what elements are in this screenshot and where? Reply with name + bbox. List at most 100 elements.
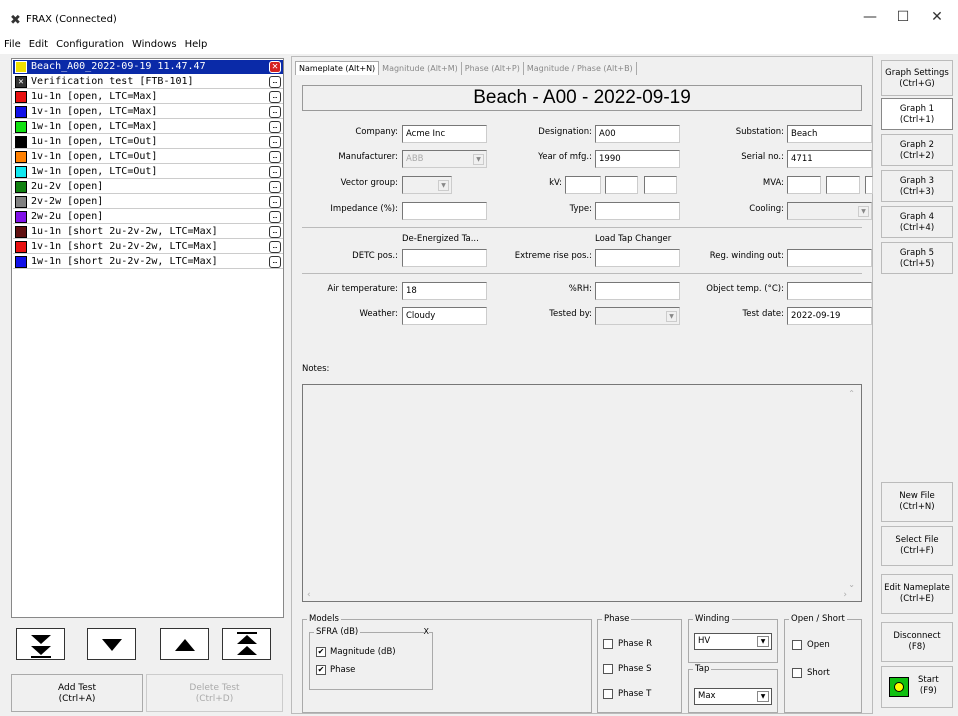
company-field[interactable]: Acme Inc (402, 125, 487, 143)
move-top-button[interactable] (222, 628, 271, 660)
mva-field-3[interactable] (865, 176, 873, 194)
scroll-down-icon[interactable]: ⌄ (848, 580, 855, 589)
list-item[interactable]: 1w-1n [short 2u-2v-2w, LTC=Max]… (13, 255, 283, 269)
impedance-field[interactable] (402, 202, 487, 220)
mva-field-2[interactable] (826, 176, 860, 194)
move-up-button[interactable] (160, 628, 209, 660)
graph-1-button[interactable]: Graph 1 (Ctrl+1) (881, 98, 953, 130)
type-field[interactable] (595, 202, 680, 220)
weather-field[interactable]: Cloudy (402, 307, 487, 325)
more-icon[interactable]: … (269, 226, 281, 238)
test-list[interactable]: Beach_A00_2022-09-19 11.47.47 ✕ ✕ Verificat… (11, 58, 284, 618)
cooling-select[interactable]: ▼ (787, 202, 872, 220)
list-item[interactable]: 2u-2v [open]… (13, 180, 283, 194)
year-field[interactable]: 1990 (595, 150, 680, 168)
reg-winding-field[interactable] (787, 249, 872, 267)
more-icon[interactable]: … (269, 211, 281, 223)
list-item[interactable]: 1v-1n [short 2u-2v-2w, LTC=Max]… (13, 240, 283, 254)
list-item[interactable]: 1w-1n [open, LTC=Out]… (13, 165, 283, 179)
list-item[interactable]: 2v-2w [open]… (13, 195, 283, 209)
edit-nameplate-button[interactable]: Edit Nameplate (Ctrl+E) (881, 574, 953, 614)
new-file-button[interactable]: New File (Ctrl+N) (881, 482, 953, 522)
air-temp-field[interactable]: 18 (402, 282, 487, 300)
close-button[interactable]: ✕ (922, 9, 952, 25)
scroll-up-icon[interactable]: ⌃ (848, 389, 855, 398)
winding-select[interactable]: HV ▼ (694, 633, 772, 650)
winding-group: Winding HV ▼ (688, 614, 778, 663)
scroll-right-icon[interactable]: › (843, 590, 847, 600)
menu-help[interactable]: Help (181, 36, 212, 50)
notes-textarea[interactable]: ⌃ ⌄ ‹ › (302, 384, 862, 602)
list-item[interactable]: 2w-2u [open]… (13, 210, 283, 224)
more-icon[interactable]: … (269, 256, 281, 268)
minimize-button[interactable]: — (855, 9, 885, 25)
menu-windows[interactable]: Windows (128, 36, 181, 50)
move-bottom-button[interactable] (16, 628, 65, 660)
more-icon[interactable]: … (269, 196, 281, 208)
tap-select[interactable]: Max ▼ (694, 688, 772, 705)
sfra-close-button[interactable]: X (423, 627, 429, 636)
object-temp-field[interactable] (787, 282, 872, 300)
short-checkbox[interactable] (792, 668, 802, 678)
extreme-rise-field[interactable] (595, 249, 680, 267)
list-item[interactable]: 1v-1n [open, LTC=Out]… (13, 150, 283, 164)
designation-field[interactable]: A00 (595, 125, 680, 143)
phase-r-checkbox[interactable] (603, 639, 613, 649)
magnitude-checkbox[interactable]: ✔ (316, 647, 326, 657)
tab-magnitude[interactable]: Magnitude (Alt+M) (379, 62, 462, 75)
more-icon[interactable]: … (269, 76, 281, 88)
list-item[interactable]: 1u-1n [open, LTC=Out]… (13, 135, 283, 149)
tab-magnitude-phase[interactable]: Magnitude / Phase (Alt+B) (524, 62, 637, 75)
tested-by-select[interactable]: ▼ (595, 307, 680, 325)
phase-s-checkbox[interactable] (603, 664, 613, 674)
list-item[interactable]: 1w-1n [open, LTC=Max]… (13, 120, 283, 134)
substation-field[interactable]: Beach (787, 125, 872, 143)
tab-nameplate[interactable]: Nameplate (Alt+N) (295, 61, 380, 75)
close-icon[interactable]: ✕ (269, 61, 281, 73)
more-icon[interactable]: … (269, 181, 281, 193)
manufacturer-select[interactable]: ABB ▼ (402, 150, 487, 168)
kv-field-2[interactable] (605, 176, 638, 194)
list-item[interactable]: 1v-1n [open, LTC=Max]… (13, 105, 283, 119)
tab-phase[interactable]: Phase (Alt+P) (462, 62, 524, 75)
more-icon[interactable]: … (269, 136, 281, 148)
maximize-button[interactable]: ☐ (888, 9, 918, 25)
graph-2-button[interactable]: Graph 2 (Ctrl+2) (881, 134, 953, 166)
more-icon[interactable]: … (269, 91, 281, 103)
kv-field-3[interactable] (644, 176, 677, 194)
more-icon[interactable]: … (269, 241, 281, 253)
phase-t-checkbox[interactable] (603, 689, 613, 699)
add-test-button[interactable]: Add Test (Ctrl+A) (11, 674, 143, 712)
more-icon[interactable]: … (269, 166, 281, 178)
open-checkbox[interactable] (792, 640, 802, 650)
list-item[interactable]: 1u-1n [short 2u-2v-2w, LTC=Max]… (13, 225, 283, 239)
more-icon[interactable]: … (269, 121, 281, 133)
start-button[interactable]: Start (F9) (881, 666, 953, 708)
list-item[interactable]: 1u-1n [open, LTC=Max]… (13, 90, 283, 104)
select-file-button[interactable]: Select File (Ctrl+F) (881, 526, 953, 566)
more-icon[interactable]: … (269, 151, 281, 163)
menu-edit[interactable]: Edit (25, 36, 52, 50)
serial-field[interactable]: 4711 (787, 150, 872, 168)
graph-5-button[interactable]: Graph 5 (Ctrl+5) (881, 242, 953, 274)
list-item[interactable]: Beach_A00_2022-09-19 11.47.47 ✕ (13, 60, 283, 74)
rh-field[interactable] (595, 282, 680, 300)
graph-settings-button[interactable]: Graph Settings (Ctrl+G) (881, 60, 953, 96)
more-icon[interactable]: … (269, 106, 281, 118)
graph-4-button[interactable]: Graph 4 (Ctrl+4) (881, 206, 953, 238)
disconnect-button[interactable]: Disconnect (F8) (881, 622, 953, 662)
test-date-field[interactable]: 2022-09-19 (787, 307, 872, 325)
list-item[interactable]: ✕ Verification test [FTB-101]… (13, 75, 283, 89)
move-down-button[interactable] (87, 628, 136, 660)
graph-3-button[interactable]: Graph 3 (Ctrl+3) (881, 170, 953, 202)
menu-configuration[interactable]: Configuration (52, 36, 128, 50)
menu-file[interactable]: File (0, 36, 25, 50)
graph-4-label: Graph 4 (899, 212, 935, 222)
kv-field-1[interactable] (565, 176, 601, 194)
vector-group-select[interactable]: ▼ (402, 176, 452, 194)
phase-checkbox[interactable]: ✔ (316, 665, 326, 675)
delete-test-button[interactable]: Delete Test (Ctrl+D) (146, 674, 283, 712)
mva-field-1[interactable] (787, 176, 821, 194)
scroll-left-icon[interactable]: ‹ (307, 590, 311, 600)
detc-pos-field[interactable] (402, 249, 487, 267)
